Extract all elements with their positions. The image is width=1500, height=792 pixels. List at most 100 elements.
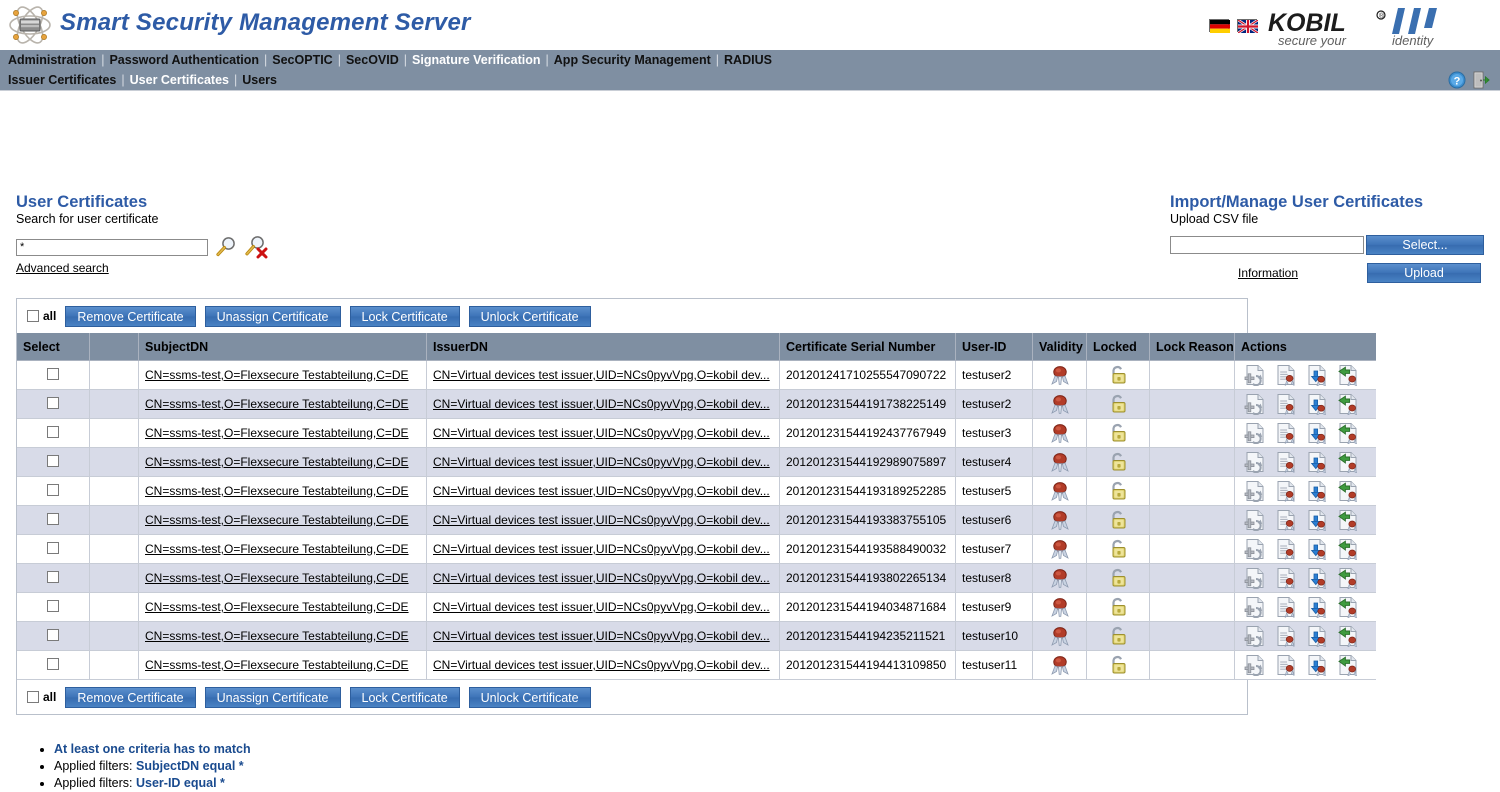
- download-certificate-icon[interactable]: [1305, 654, 1329, 677]
- row-select-checkbox[interactable]: [47, 396, 59, 409]
- show-certificate-icon[interactable]: [1274, 567, 1298, 590]
- issuerdn-link[interactable]: CN=Virtual devices test issuer,UID=NCs0p…: [433, 542, 773, 556]
- select-file-button[interactable]: Select...: [1366, 235, 1484, 255]
- subjectdn-link[interactable]: CN=ssms-test,O=Flexsecure Testabteilung,…: [145, 629, 420, 643]
- download-certificate-icon[interactable]: [1305, 480, 1329, 503]
- assign-certificate-icon[interactable]: [1243, 596, 1267, 619]
- issuerdn-link[interactable]: CN=Virtual devices test issuer,UID=NCs0p…: [433, 455, 773, 469]
- unassign-certificate-icon[interactable]: [1336, 393, 1360, 416]
- download-certificate-icon[interactable]: [1305, 625, 1329, 648]
- subjectdn-link[interactable]: CN=ssms-test,O=Flexsecure Testabteilung,…: [145, 426, 420, 440]
- unassign-certificate-icon[interactable]: [1336, 422, 1360, 445]
- clear-search-icon[interactable]: [244, 235, 268, 259]
- unassign-certificate-button-top[interactable]: Unassign Certificate: [204, 305, 341, 327]
- row-select-checkbox[interactable]: [47, 367, 59, 380]
- subjectdn-link[interactable]: CN=ssms-test,O=Flexsecure Testabteilung,…: [145, 397, 420, 411]
- upload-button[interactable]: Upload: [1367, 263, 1481, 283]
- row-select-checkbox[interactable]: [47, 512, 59, 525]
- subjectdn-link[interactable]: CN=ssms-test,O=Flexsecure Testabteilung,…: [145, 542, 420, 556]
- nav-item-signature-verification[interactable]: Signature Verification: [412, 53, 541, 67]
- issuerdn-link[interactable]: CN=Virtual devices test issuer,UID=NCs0p…: [433, 484, 773, 498]
- unlock-certificate-button-bottom[interactable]: Unlock Certificate: [468, 686, 591, 708]
- show-certificate-icon[interactable]: [1274, 451, 1298, 474]
- subnav-item-user-certificates[interactable]: User Certificates: [130, 73, 229, 87]
- unassign-certificate-icon[interactable]: [1336, 654, 1360, 677]
- row-select-checkbox[interactable]: [47, 657, 59, 670]
- subnav-item-issuer-certificates[interactable]: Issuer Certificates: [8, 73, 116, 87]
- assign-certificate-icon[interactable]: [1243, 654, 1267, 677]
- select-all-checkbox-bottom[interactable]: [27, 691, 39, 703]
- subjectdn-link[interactable]: CN=ssms-test,O=Flexsecure Testabteilung,…: [145, 368, 420, 382]
- row-select-checkbox[interactable]: [47, 454, 59, 467]
- unassign-certificate-icon[interactable]: [1336, 451, 1360, 474]
- issuerdn-link[interactable]: CN=Virtual devices test issuer,UID=NCs0p…: [433, 397, 773, 411]
- unassign-certificate-icon[interactable]: [1336, 364, 1360, 387]
- unlock-certificate-button-top[interactable]: Unlock Certificate: [468, 305, 591, 327]
- subjectdn-link[interactable]: CN=ssms-test,O=Flexsecure Testabteilung,…: [145, 455, 420, 469]
- show-certificate-icon[interactable]: [1274, 538, 1298, 561]
- remove-certificate-button-top[interactable]: Remove Certificate: [65, 305, 196, 327]
- show-certificate-icon[interactable]: [1274, 654, 1298, 677]
- row-select-checkbox[interactable]: [47, 570, 59, 583]
- row-select-checkbox[interactable]: [47, 599, 59, 612]
- show-certificate-icon[interactable]: [1274, 625, 1298, 648]
- assign-certificate-icon[interactable]: [1243, 538, 1267, 561]
- unassign-certificate-icon[interactable]: [1336, 538, 1360, 561]
- unassign-certificate-icon[interactable]: [1336, 625, 1360, 648]
- help-icon[interactable]: ?: [1448, 71, 1466, 89]
- nav-item-app-security-management[interactable]: App Security Management: [554, 53, 711, 67]
- issuerdn-link[interactable]: CN=Virtual devices test issuer,UID=NCs0p…: [433, 600, 773, 614]
- lock-certificate-button-top[interactable]: Lock Certificate: [349, 305, 460, 327]
- issuerdn-link[interactable]: CN=Virtual devices test issuer,UID=NCs0p…: [433, 513, 773, 527]
- row-select-checkbox[interactable]: [47, 483, 59, 496]
- issuerdn-link[interactable]: CN=Virtual devices test issuer,UID=NCs0p…: [433, 571, 773, 585]
- issuerdn-link[interactable]: CN=Virtual devices test issuer,UID=NCs0p…: [433, 426, 773, 440]
- select-all-checkbox[interactable]: [27, 310, 39, 322]
- csv-file-input[interactable]: [1170, 236, 1364, 254]
- information-link[interactable]: Information: [1170, 266, 1366, 280]
- subjectdn-link[interactable]: CN=ssms-test,O=Flexsecure Testabteilung,…: [145, 513, 420, 527]
- download-certificate-icon[interactable]: [1305, 393, 1329, 416]
- download-certificate-icon[interactable]: [1305, 364, 1329, 387]
- search-input[interactable]: [16, 238, 208, 256]
- search-icon[interactable]: [214, 235, 238, 259]
- row-select-checkbox[interactable]: [47, 541, 59, 554]
- nav-item-secovid[interactable]: SecOVID: [346, 53, 399, 67]
- download-certificate-icon[interactable]: [1305, 422, 1329, 445]
- subjectdn-link[interactable]: CN=ssms-test,O=Flexsecure Testabteilung,…: [145, 658, 420, 672]
- show-certificate-icon[interactable]: [1274, 393, 1298, 416]
- issuerdn-link[interactable]: CN=Virtual devices test issuer,UID=NCs0p…: [433, 629, 773, 643]
- unassign-certificate-button-bottom[interactable]: Unassign Certificate: [204, 686, 341, 708]
- nav-item-password-authentication[interactable]: Password Authentication: [109, 53, 259, 67]
- row-select-checkbox[interactable]: [47, 628, 59, 641]
- unassign-certificate-icon[interactable]: [1336, 596, 1360, 619]
- show-certificate-icon[interactable]: [1274, 480, 1298, 503]
- assign-certificate-icon[interactable]: [1243, 422, 1267, 445]
- show-certificate-icon[interactable]: [1274, 364, 1298, 387]
- assign-certificate-icon[interactable]: [1243, 480, 1267, 503]
- assign-certificate-icon[interactable]: [1243, 364, 1267, 387]
- subjectdn-link[interactable]: CN=ssms-test,O=Flexsecure Testabteilung,…: [145, 571, 420, 585]
- lock-certificate-button-bottom[interactable]: Lock Certificate: [349, 686, 460, 708]
- row-select-checkbox[interactable]: [47, 425, 59, 438]
- subjectdn-link[interactable]: CN=ssms-test,O=Flexsecure Testabteilung,…: [145, 484, 420, 498]
- nav-item-secoptic[interactable]: SecOPTIC: [272, 53, 332, 67]
- assign-certificate-icon[interactable]: [1243, 451, 1267, 474]
- download-certificate-icon[interactable]: [1305, 596, 1329, 619]
- remove-certificate-button-bottom[interactable]: Remove Certificate: [65, 686, 196, 708]
- assign-certificate-icon[interactable]: [1243, 393, 1267, 416]
- subjectdn-link[interactable]: CN=ssms-test,O=Flexsecure Testabteilung,…: [145, 600, 420, 614]
- download-certificate-icon[interactable]: [1305, 451, 1329, 474]
- select-all-top[interactable]: all: [27, 309, 56, 323]
- unassign-certificate-icon[interactable]: [1336, 567, 1360, 590]
- show-certificate-icon[interactable]: [1274, 509, 1298, 532]
- logout-icon[interactable]: [1472, 71, 1490, 89]
- issuerdn-link[interactable]: CN=Virtual devices test issuer,UID=NCs0p…: [433, 658, 773, 672]
- nav-item-administration[interactable]: Administration: [8, 53, 96, 67]
- issuerdn-link[interactable]: CN=Virtual devices test issuer,UID=NCs0p…: [433, 368, 773, 382]
- download-certificate-icon[interactable]: [1305, 567, 1329, 590]
- nav-item-radius[interactable]: RADIUS: [724, 53, 772, 67]
- unassign-certificate-icon[interactable]: [1336, 509, 1360, 532]
- advanced-search-link[interactable]: Advanced search: [16, 261, 109, 275]
- language-switcher[interactable]: [1209, 18, 1259, 35]
